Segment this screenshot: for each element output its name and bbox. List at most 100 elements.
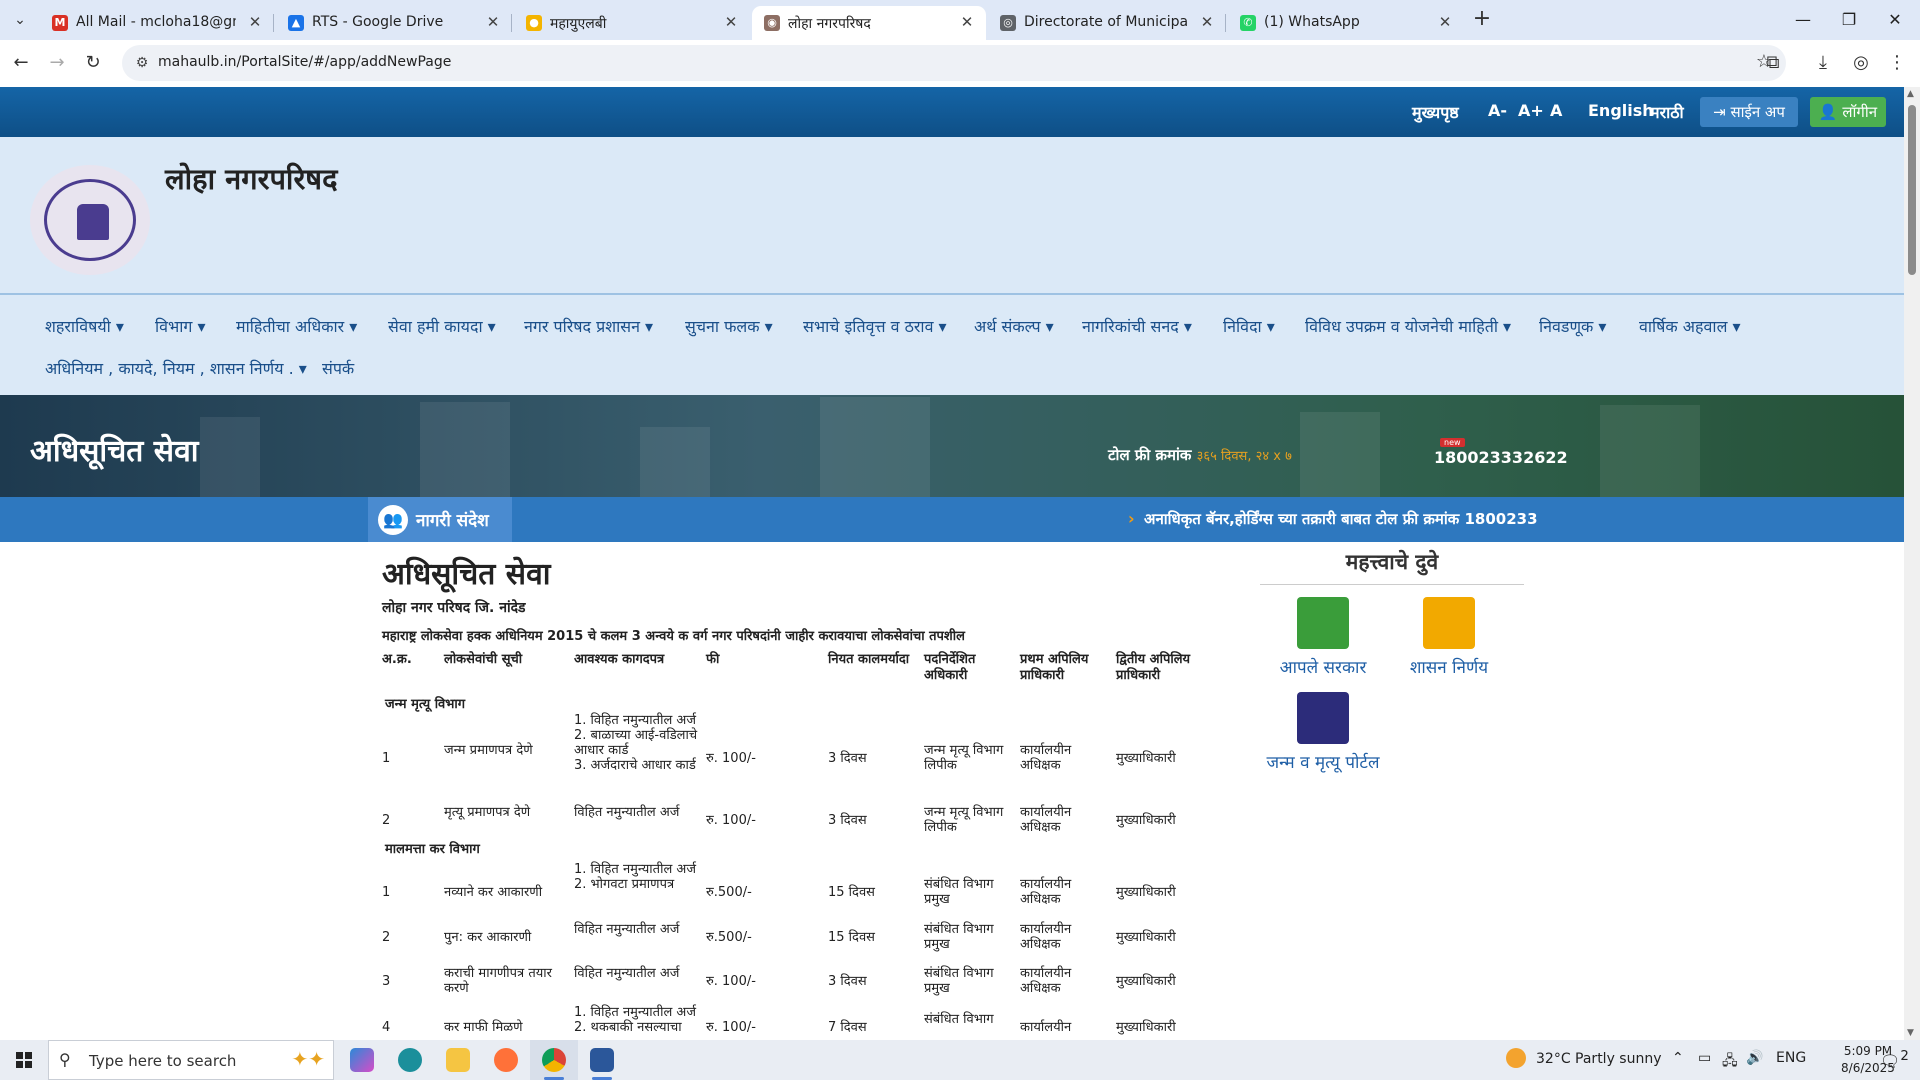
nav-acts-rules[interactable]: अधिनियम , कायदे, नियम , शासन निर्णय . ▾ [45, 357, 307, 379]
nav-meeting-minutes[interactable]: सभाचे इतिवृत्त व ठराव ▾ [803, 315, 947, 337]
nav-elections[interactable]: निवडणूक ▾ [1539, 315, 1606, 337]
nav-tenders[interactable]: निविदा ▾ [1223, 315, 1275, 337]
sparkle-icon: ✦✦ [291, 1047, 325, 1071]
input-language[interactable]: ENG [1776, 1050, 1806, 1066]
taskbar-search-box[interactable]: ⚲ Type here to search ✦✦ [48, 1040, 334, 1080]
notification-count: 2 [1900, 1049, 1909, 1064]
font-normal-button[interactable]: A [1550, 101, 1562, 120]
url-text[interactable]: mahaulb.in/PortalSite/#/app/addNewPage [158, 54, 451, 70]
extensions-icon[interactable]: ⧉ [1760, 50, 1786, 76]
tollfree-number[interactable]: 180023332622 [1434, 448, 1568, 467]
close-icon[interactable]: ✕ [1198, 13, 1216, 31]
site-top-bar: मुख्यपृष्ठ A- A+ A English मराठी ⇥ साईन … [0, 87, 1904, 137]
page-banner: अधिसूचित सेवा टोल फ्री क्रमांक ३६५ दिवस,… [0, 395, 1904, 497]
tab-loha-nagarparishad[interactable]: ◉ लोहा नगरपरिषद ✕ [752, 6, 986, 40]
window-close-icon[interactable]: ✕ [1880, 8, 1910, 32]
cell-first-appellate: कार्यालयीन अधिक्षक [1020, 922, 1072, 952]
aaple-sarkar-link[interactable]: आपले सरकार [1270, 597, 1376, 678]
font-decrease-button[interactable]: A- [1488, 101, 1507, 120]
edge-app[interactable] [386, 1040, 434, 1080]
firefox-app[interactable] [482, 1040, 530, 1080]
minimize-icon[interactable]: — [1788, 8, 1818, 32]
content-description: महाराष्ट्र लोकसेवा हक्क अधिनियम 2015 चे … [382, 629, 965, 644]
english-language-link[interactable]: English [1588, 101, 1654, 120]
cell-serial: 2 [382, 930, 391, 945]
download-icon[interactable]: ⤓ [1810, 50, 1836, 76]
marathi-language-link[interactable]: मराठी [1650, 101, 1684, 123]
tab-directorate[interactable]: ◎ Directorate of Municipal Admin ✕ [988, 6, 1226, 40]
tab-search-icon[interactable]: ⌄ [6, 8, 34, 32]
windows-start-button[interactable] [0, 1040, 48, 1080]
forward-icon[interactable]: → [44, 50, 70, 76]
tab-mahaulb[interactable]: ● महायुएलबी ✕ [514, 6, 750, 40]
close-icon[interactable]: ✕ [246, 13, 264, 31]
notification-icon[interactable]: 🗨2 [1880, 1049, 1909, 1070]
volume-icon[interactable]: 🔊 [1746, 1050, 1763, 1066]
home-link[interactable]: मुख्यपृष्ठ [1412, 101, 1459, 123]
banner-skyline [200, 417, 260, 497]
copilot-app[interactable] [338, 1040, 386, 1080]
cell-designated-officer: संबंधित विभाग प्रमुख [924, 922, 994, 952]
cell-documents: विहित नमुन्यातील अर्ज [574, 805, 680, 820]
close-icon[interactable]: ✕ [1436, 13, 1454, 31]
nav-annual-report[interactable]: वार्षिक अहवाल ▾ [1639, 315, 1741, 337]
scroll-up-icon[interactable]: ▲ [1907, 89, 1914, 99]
nav-departments[interactable]: विभाग ▾ [155, 315, 206, 337]
menu-kebab-icon[interactable]: ⋮ [1884, 50, 1910, 76]
back-icon[interactable]: ← [8, 50, 34, 76]
nav-budget[interactable]: अर्थ संकल्प ▾ [974, 315, 1054, 337]
scrollbar-thumb[interactable] [1908, 105, 1916, 275]
word-icon [590, 1048, 614, 1072]
tab-google-drive[interactable]: ▲ RTS - Google Drive ✕ [276, 6, 512, 40]
banner-skyline [420, 402, 510, 497]
cell-time-limit: 7 दिवस [828, 1020, 867, 1035]
cell-time-limit: 3 दिवस [828, 974, 867, 989]
windows-taskbar: ⚲ Type here to search ✦✦ 32°C Partly sun… [0, 1040, 1920, 1080]
site-title[interactable]: लोहा नगरपरिषद [165, 159, 337, 198]
nav-notice-board[interactable]: सुचना फलक ▾ [685, 315, 773, 337]
municipal-seal-logo[interactable] [30, 165, 150, 275]
tab-whatsapp[interactable]: ✆ (1) WhatsApp ✕ [1228, 6, 1464, 40]
tab-title: All Mail - mcloha18@gmail.com [76, 14, 236, 30]
restore-icon[interactable]: ❐ [1834, 8, 1864, 32]
close-icon[interactable]: ✕ [484, 13, 502, 31]
drive-icon: ▲ [288, 15, 304, 31]
meet-now-icon[interactable]: ▭ [1698, 1050, 1711, 1066]
login-button[interactable]: 👤 लॉगीन [1810, 97, 1886, 127]
site-info-icon[interactable]: ⚙ [132, 53, 152, 73]
cell-second-appellate: मुख्याधिकारी [1116, 1020, 1176, 1035]
network-icon[interactable]: 🖧 [1722, 1050, 1738, 1074]
new-tab-button[interactable]: + [1470, 8, 1494, 32]
ticker-message[interactable]: अनाधिकृत बॅनर,होर्डिंग्स च्या तक्रारी बा… [1144, 509, 1538, 529]
nav-service-guarantee[interactable]: सेवा हमी कायदा ▾ [388, 315, 496, 337]
reload-icon[interactable]: ↻ [80, 50, 106, 76]
nav-contact[interactable]: संपर्क [322, 357, 354, 379]
cell-second-appellate: मुख्याधिकारी [1116, 930, 1176, 945]
chrome-app[interactable] [530, 1040, 578, 1080]
profile-icon[interactable]: ◎ [1848, 50, 1874, 76]
tollfree-label: टोल फ्री क्रमांक ३६५ दिवस, २४ x ७ [1108, 445, 1292, 465]
nav-schemes[interactable]: विविध उपक्रम व योजनेची माहिती ▾ [1305, 315, 1511, 337]
weather-widget[interactable]: 32°C Partly sunny [1536, 1051, 1662, 1067]
nav-citizen-charter[interactable]: नागरिकांची सनद ▾ [1082, 315, 1192, 337]
cell-serial: 4 [382, 1020, 391, 1035]
close-icon[interactable]: ✕ [958, 13, 976, 31]
search-icon: ⚲ [59, 1050, 71, 1069]
font-increase-button[interactable]: A+ [1518, 101, 1544, 120]
address-bar[interactable]: ⚙ mahaulb.in/PortalSite/#/app/addNewPage… [122, 45, 1786, 81]
birth-death-portal-link[interactable]: जन्म व मृत्यू पोर्टल [1262, 692, 1384, 773]
chevron-up-icon[interactable]: ⌃ [1672, 1050, 1684, 1066]
tab-gmail[interactable]: M All Mail - mcloha18@gmail.com ✕ [40, 6, 274, 40]
close-icon[interactable]: ✕ [722, 13, 740, 31]
signup-button[interactable]: ⇥ साईन अप [1700, 97, 1798, 127]
gr-link[interactable]: शासन निर्णय [1396, 597, 1502, 678]
page-scrollbar[interactable]: ▲ ▼ [1904, 87, 1920, 1040]
scroll-down-icon[interactable]: ▼ [1907, 1028, 1914, 1038]
cell-first-appellate: कार्यालयीन अधिक्षक [1020, 805, 1072, 835]
nav-administration[interactable]: नगर परिषद प्रशासन ▾ [524, 315, 653, 337]
file-explorer-app[interactable] [434, 1040, 482, 1080]
nav-rti[interactable]: माहितीचा अधिकार ▾ [236, 315, 357, 337]
word-app[interactable] [578, 1040, 626, 1080]
banner-skyline [1600, 405, 1700, 497]
nav-about-city[interactable]: शहराविषयी ▾ [45, 315, 124, 337]
